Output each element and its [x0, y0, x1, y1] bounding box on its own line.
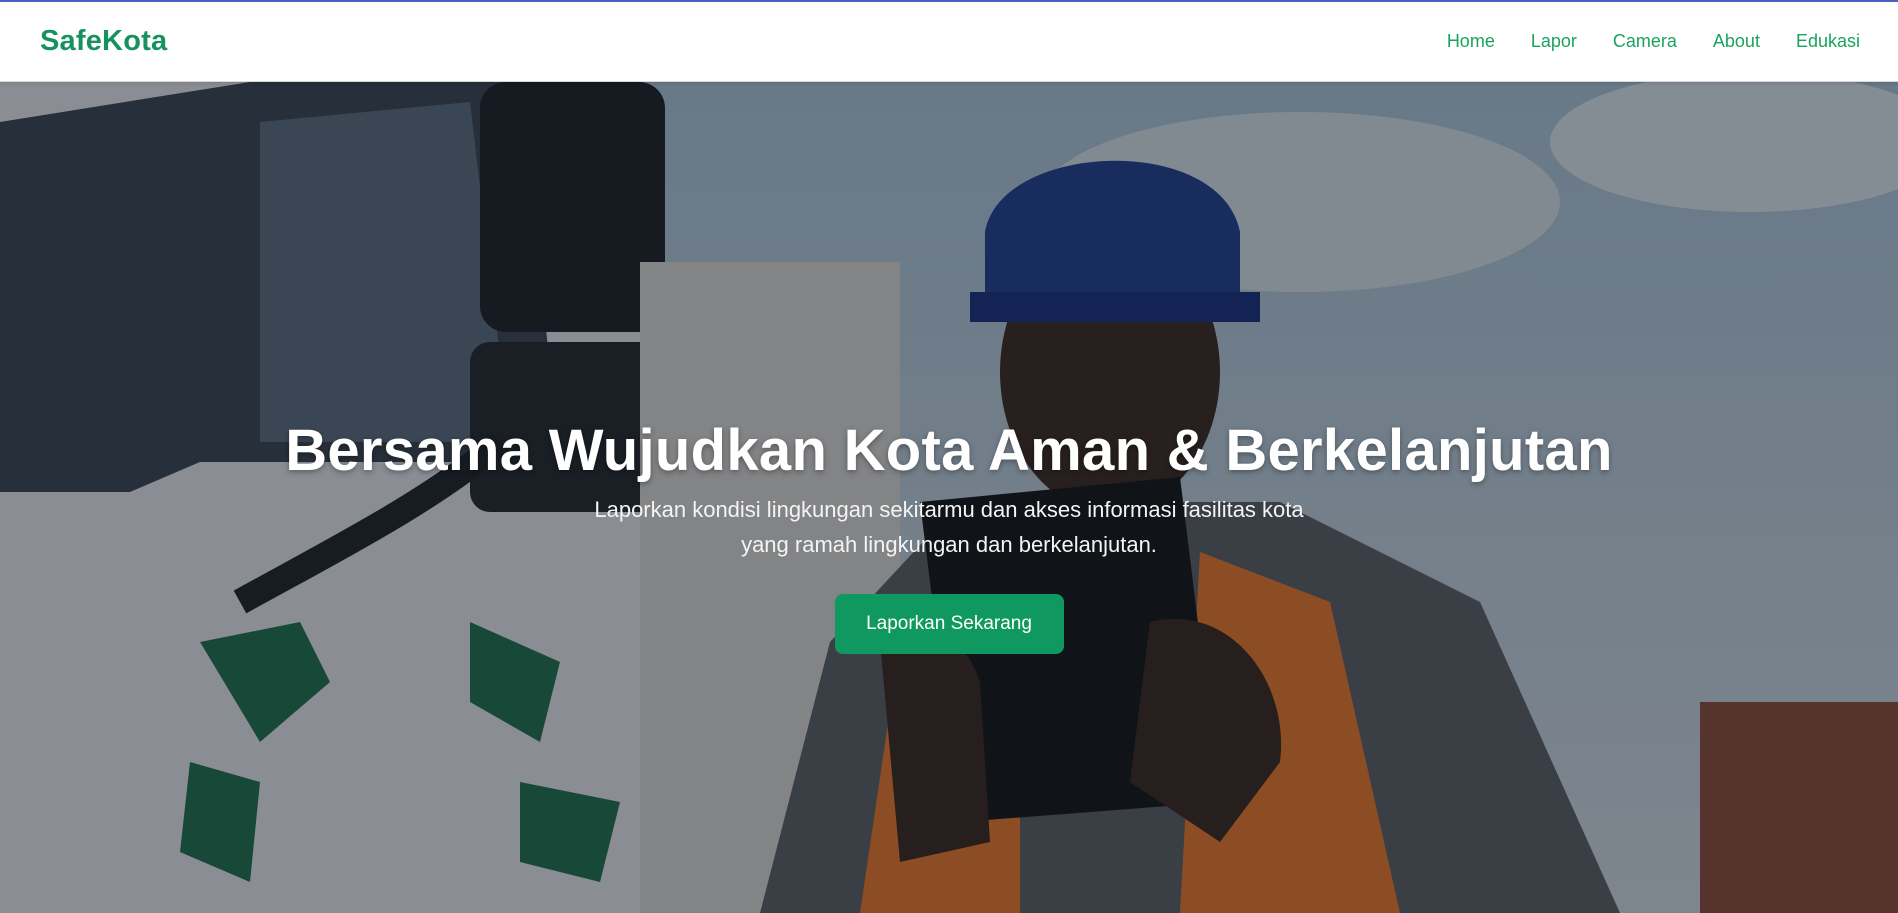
main-nav: Home Lapor Camera About Edukasi — [1447, 31, 1860, 52]
brand-logo[interactable]: SafeKota — [40, 25, 167, 58]
hero-subtitle: Laporkan kondisi lingkungan sekitarmu da… — [594, 492, 1303, 562]
hero-content: Bersama Wujudkan Kota Aman & Berkelanjut… — [0, 82, 1898, 913]
hero-title: Bersama Wujudkan Kota Aman & Berkelanjut… — [285, 418, 1613, 483]
hero-subtitle-line-2: yang ramah lingkungan dan berkelanjutan. — [741, 532, 1157, 557]
hero-subtitle-line-1: Laporkan kondisi lingkungan sekitarmu da… — [594, 497, 1304, 522]
nav-lapor[interactable]: Lapor — [1531, 31, 1577, 52]
report-now-button[interactable]: Laporkan Sekarang — [834, 594, 1064, 654]
nav-edukasi[interactable]: Edukasi — [1796, 31, 1860, 52]
navbar: SafeKota Home Lapor Camera About Edukasi — [0, 2, 1898, 82]
nav-camera[interactable]: Camera — [1613, 31, 1677, 52]
hero-section: Bersama Wujudkan Kota Aman & Berkelanjut… — [0, 82, 1898, 913]
nav-about[interactable]: About — [1713, 31, 1760, 52]
nav-home[interactable]: Home — [1447, 31, 1495, 52]
